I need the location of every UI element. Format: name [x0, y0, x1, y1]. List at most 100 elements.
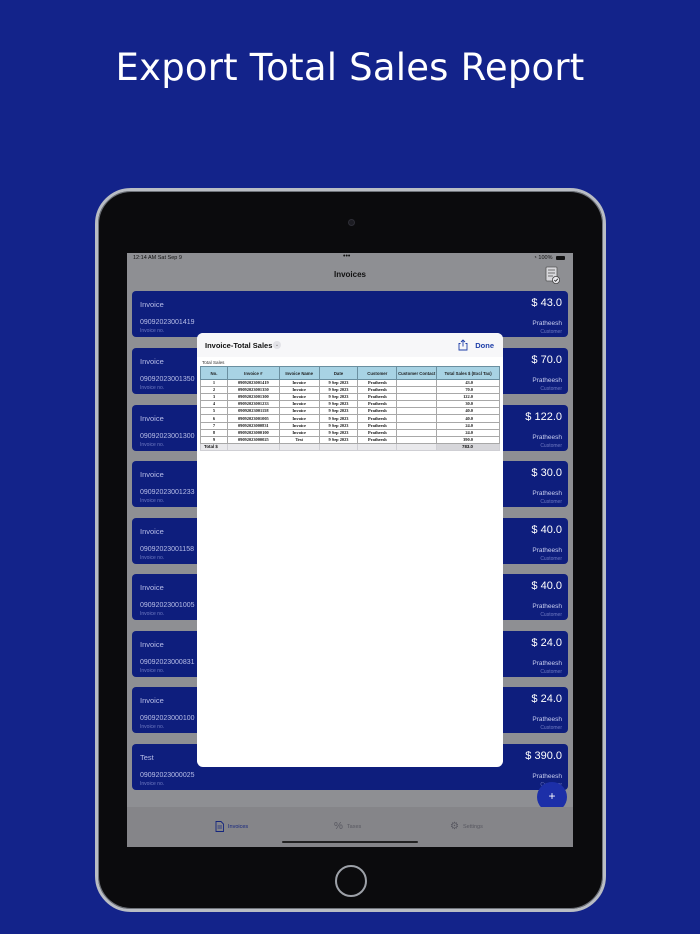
table-cell: 09092023001300	[226, 393, 280, 402]
invoice-customer: Pratheesh	[532, 434, 562, 441]
invoice-customer-label: Customer	[540, 612, 562, 618]
headline: Export Total Sales Report	[115, 46, 585, 89]
table-cell: 3	[200, 393, 228, 402]
table-cell: Invoice	[278, 421, 320, 430]
page-title: Invoices	[333, 270, 366, 279]
table-cell: 5	[200, 407, 228, 416]
invoice-number-label: Invoice no.	[140, 611, 165, 617]
table-cell: 09092023000100	[226, 428, 280, 437]
table-cell: Invoice	[278, 400, 320, 409]
column-header: No.	[200, 366, 228, 380]
table-cell: 8	[200, 428, 228, 437]
table-cell: Pratheesh	[357, 421, 398, 430]
invoice-number-label: Invoice no.	[140, 555, 165, 561]
sheet-header: Invoice-Total Sales ⌄ Done	[197, 333, 503, 357]
tab-taxes-label: Taxes	[346, 823, 362, 830]
multitask-dots[interactable]: •••	[343, 253, 350, 260]
export-preview-sheet: Invoice-Total Sales ⌄ Done Total Sales N…	[197, 333, 503, 767]
table-cell	[396, 421, 438, 430]
table-cell: Pratheesh	[357, 393, 398, 402]
table-cell: 9 Sep 2023	[318, 386, 359, 395]
app-screen: 12:14 AM Sat Sep 9 ••• ◔ 100% Invoices I…	[127, 253, 573, 847]
camera	[348, 219, 355, 226]
invoice-title: Invoice	[140, 470, 164, 479]
column-header: Customer Contact	[396, 366, 438, 380]
tab-settings[interactable]: ⚙ Settings	[450, 821, 483, 832]
table-cell	[396, 435, 438, 444]
invoice-number: 09092023001158	[140, 546, 194, 553]
invoice-amount: $ 30.0	[531, 467, 562, 479]
table-cell	[226, 442, 280, 451]
table-row: 8 09092023000100 Invoice 9 Sep 2023 Prat…	[200, 428, 500, 437]
table-header-row: No. Invoice # Invoice Name Date Customer…	[200, 366, 500, 380]
table-cell: Pratheesh	[357, 400, 398, 409]
table-cell: 09092023001419	[226, 378, 280, 388]
table-cell: Pratheesh	[357, 428, 398, 437]
sheet-title[interactable]: Invoice-Total Sales	[205, 341, 272, 350]
invoice-customer: Pratheesh	[532, 716, 562, 723]
table-row: 6 09092023001005 Invoice 9 Sep 2023 Prat…	[200, 414, 500, 423]
table-row: 7 09092023000831 Invoice 9 Sep 2023 Prat…	[200, 421, 500, 430]
invoice-amount: $ 40.0	[531, 580, 562, 592]
invoice-number: 09092023000025	[140, 772, 195, 779]
invoice-title: Invoice	[140, 414, 164, 423]
invoice-number: 09092023000831	[140, 659, 195, 666]
tab-taxes[interactable]: % Taxes	[334, 821, 361, 832]
table-cell: 40.0	[436, 407, 500, 416]
table-row: 5 09092023001158 Invoice 9 Sep 2023 Prat…	[200, 407, 500, 416]
table-cell: 40.0	[436, 414, 500, 423]
home-button[interactable]	[335, 865, 367, 897]
table-cell	[278, 442, 320, 451]
invoice-customer: Pratheesh	[532, 320, 562, 327]
tab-bar: Invoices % Taxes ⚙ Settings	[127, 807, 573, 847]
table-row: 2 09092023001350 Invoice 9 Sep 2023 Prat…	[200, 386, 500, 395]
table-cell: 6	[200, 414, 228, 423]
table-cell: 7	[200, 421, 228, 430]
table-cell: 9 Sep 2023	[318, 421, 359, 430]
table-cell: Pratheesh	[357, 414, 398, 423]
table-row: 4 09092023001233 Invoice 9 Sep 2023 Prat…	[200, 400, 500, 409]
table-cell: Invoice	[278, 378, 320, 388]
invoice-amount: $ 70.0	[531, 354, 562, 366]
done-button[interactable]: Done	[475, 341, 494, 350]
report-label: Total Sales	[202, 360, 225, 365]
table-cell: 9 Sep 2023	[318, 435, 359, 444]
tab-invoices-label: Invoices	[228, 823, 249, 830]
chevron-down-icon[interactable]: ⌄	[273, 341, 281, 349]
percent-icon: %	[334, 821, 343, 832]
invoice-customer-label: Customer	[540, 386, 562, 392]
table-cell	[396, 378, 438, 388]
invoice-title: Invoice	[140, 527, 164, 536]
share-icon[interactable]	[457, 339, 469, 351]
invoice-title: Invoice	[140, 300, 164, 309]
table-cell: 43.0	[436, 378, 500, 388]
report-document: Total Sales No. Invoice # Invoice Name D…	[200, 359, 503, 451]
invoice-customer: Pratheesh	[532, 603, 562, 610]
invoice-title: Invoice	[140, 640, 164, 649]
table-cell: 390.0	[436, 435, 500, 444]
invoice-amount: $ 43.0	[531, 297, 562, 309]
invoice-amount: $ 40.0	[531, 524, 562, 536]
battery-percent: 100%	[538, 255, 553, 261]
battery-icon	[556, 255, 565, 260]
table-cell: Invoice	[278, 428, 320, 437]
export-report-icon[interactable]	[543, 265, 561, 285]
table-cell: 24.0	[436, 428, 500, 437]
tab-settings-label: Settings	[462, 823, 483, 830]
invoice-title: Invoice	[140, 696, 164, 705]
invoice-number: 09092023000100	[140, 715, 195, 722]
table-cell	[396, 428, 438, 437]
table-cell: Pratheesh	[357, 378, 398, 388]
invoice-card[interactable]: Invoice 09092023001419 Invoice no. $ 43.…	[132, 291, 568, 337]
invoice-customer-label: Customer	[540, 556, 562, 562]
table-cell: Pratheesh	[357, 435, 398, 444]
column-header: Invoice Name	[278, 366, 320, 380]
tab-invoices[interactable]: Invoices	[215, 821, 248, 832]
invoice-title: Invoice	[140, 583, 164, 592]
table-cell: 9 Sep 2023	[318, 400, 359, 409]
table-row: 9 09092023000025 Test 9 Sep 2023 Prathee…	[200, 435, 500, 444]
column-header: Invoice #	[226, 366, 280, 380]
invoice-customer-label: Customer	[540, 443, 562, 449]
invoice-customer: Pratheesh	[532, 547, 562, 554]
table-cell: 9 Sep 2023	[318, 393, 359, 402]
